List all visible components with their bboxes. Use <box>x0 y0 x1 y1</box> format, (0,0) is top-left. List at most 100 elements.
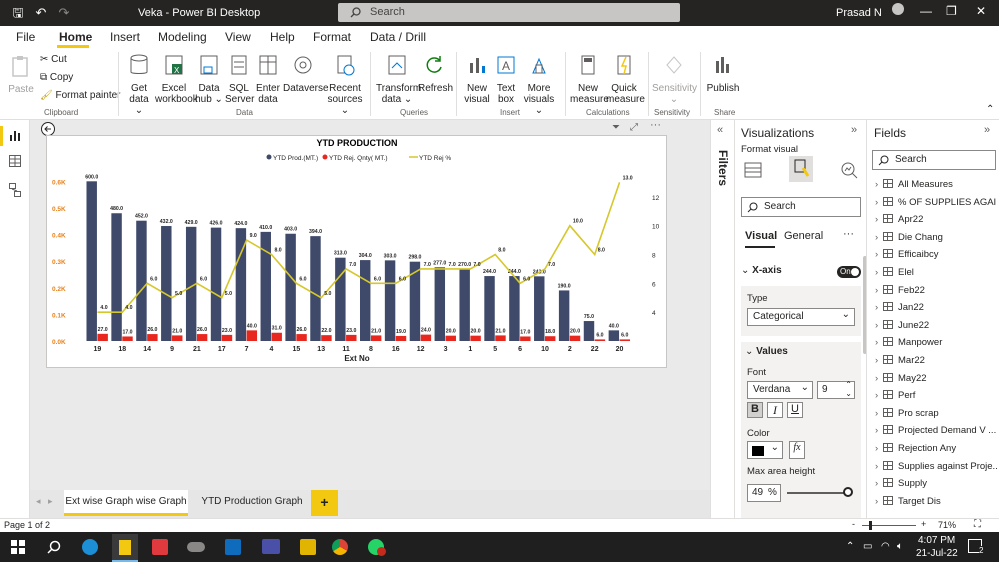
report-view-icon[interactable] <box>9 129 21 141</box>
fit-page-icon[interactable]: ⛶ <box>974 519 981 530</box>
sensitivity-button[interactable]: Sensitivity ⌄ <box>652 53 697 105</box>
zoom-in-button[interactable]: + <box>921 519 926 529</box>
values-section[interactable]: ⌄ Values <box>745 346 788 357</box>
field-table-item[interactable]: › Projected Demand V ... <box>875 425 997 441</box>
tab-insert[interactable]: Insert <box>110 30 140 44</box>
zoom-handle[interactable] <box>869 521 872 530</box>
bold-button[interactable]: B <box>747 402 763 418</box>
page-tab-ytd-production[interactable]: YTD Production Graph <box>194 490 310 516</box>
copy-button[interactable]: ⧉ Copy <box>40 72 73 83</box>
app-icon-gray[interactable] <box>187 542 205 552</box>
type-dropdown[interactable]: Categorical ⌄ <box>747 308 855 326</box>
page-tab-ext-wise[interactable]: Ext wise Graph wise Graph <box>64 490 188 516</box>
back-button[interactable] <box>40 121 58 136</box>
volume-icon[interactable]: 🔈︎ <box>897 541 903 552</box>
field-table-item[interactable]: › Mar22 <box>875 355 997 371</box>
fx-button[interactable]: fx <box>789 441 805 459</box>
windows-start-icon[interactable] <box>11 540 25 554</box>
tab-data-drill[interactable]: Data / Drill <box>370 30 426 44</box>
field-table-item[interactable]: › June22 <box>875 319 997 336</box>
field-table-item[interactable]: › Elel <box>875 267 997 283</box>
field-table-item[interactable]: › Apr22 <box>875 214 997 230</box>
field-table-item[interactable]: › Rejection Any <box>875 443 997 459</box>
close-icon[interactable]: ✕ <box>976 4 986 18</box>
excel-workbook-button[interactable]: X Excel workbook <box>155 53 198 105</box>
more-options-icon[interactable]: ··· <box>843 228 854 240</box>
tab-file[interactable]: File <box>16 30 35 44</box>
cut-button[interactable]: ✂ Cut <box>40 54 67 65</box>
tab-help[interactable]: Help <box>270 30 295 44</box>
format-painter-button[interactable]: 🖌 Format painter <box>40 90 121 101</box>
refresh-button[interactable]: Refresh <box>418 53 453 94</box>
edge-icon[interactable] <box>82 539 98 555</box>
xaxis-section[interactable]: ⌄ X-axis <box>741 265 782 276</box>
clock-date[interactable]: 21-Jul-22 <box>916 548 958 559</box>
paste-button[interactable]: Paste <box>8 54 34 95</box>
tab-modeling[interactable]: Modeling <box>158 30 207 44</box>
sql-server-button[interactable]: SQL Server <box>225 53 254 105</box>
filter-icon[interactable]: ⏷ <box>612 122 620 133</box>
field-table-item[interactable]: › May22 <box>875 372 997 389</box>
minimize-icon[interactable]: — <box>920 4 932 18</box>
tab-home[interactable]: Home <box>59 30 92 44</box>
avatar[interactable] <box>892 3 904 15</box>
field-table-item[interactable]: › Manpower <box>875 337 997 353</box>
zoom-out-button[interactable]: - <box>852 519 855 529</box>
field-table-item[interactable]: › All Measures <box>875 179 997 195</box>
chrome-icon[interactable] <box>332 539 348 555</box>
xaxis-toggle[interactable]: On <box>837 266 861 278</box>
chart-visual[interactable]: YTD PRODUCTION YTD Prod.(MT.) YTD Rej. Qnt… <box>46 135 667 368</box>
tab-visual[interactable]: Visual <box>745 230 777 242</box>
collapse-ribbon-icon[interactable]: ⌃ <box>986 104 994 115</box>
network-icon[interactable]: ▭ <box>863 541 872 552</box>
font-dropdown[interactable]: Verdana ⌄ <box>747 381 813 399</box>
italic-button[interactable]: I <box>767 402 783 418</box>
user-name[interactable]: Prasad N <box>836 7 882 19</box>
powerbi-taskbar-button[interactable] <box>112 534 138 562</box>
format-visual-tab[interactable] <box>789 156 813 182</box>
focus-mode-icon[interactable]: ⤢ <box>630 122 638 133</box>
get-data-button[interactable]: Get data ⌄ <box>125 53 153 116</box>
taskbar-search-icon[interactable] <box>47 540 61 554</box>
field-table-item[interactable]: › Target Dis <box>875 495 997 512</box>
enter-data-button[interactable]: Enter data <box>255 53 281 105</box>
redo-icon[interactable]: ↷ <box>56 5 72 21</box>
max-area-input[interactable]: 49% <box>747 484 781 502</box>
clock-time[interactable]: 4:07 PM <box>918 535 955 546</box>
scroll-left-icon[interactable]: ◂ <box>36 496 41 507</box>
publish-button[interactable]: Publish <box>706 53 740 94</box>
field-table-item[interactable]: › Perf <box>875 390 997 406</box>
text-box-button[interactable]: A Text box <box>494 53 518 105</box>
collapse-viz-icon[interactable]: » <box>851 124 857 136</box>
new-visual-button[interactable]: New visual <box>462 53 492 105</box>
outlook-icon[interactable] <box>225 539 241 555</box>
model-view-icon[interactable] <box>9 183 21 197</box>
fields-search-box[interactable]: Search <box>872 150 996 170</box>
wifi-icon[interactable]: ◠ <box>881 541 890 552</box>
tray-chevron-icon[interactable]: ⌃ <box>846 541 854 552</box>
new-measure-button[interactable]: New measure <box>570 53 609 105</box>
max-area-slider[interactable] <box>787 492 849 494</box>
viz-search-box[interactable]: Search <box>741 197 861 217</box>
color-picker[interactable]: ⌄ <box>747 441 783 459</box>
field-table-item[interactable]: › Supply <box>875 478 997 494</box>
field-table-item[interactable]: › Supplies against Proje... <box>875 460 997 477</box>
quick-measure-button[interactable]: Quick measure <box>606 53 645 105</box>
title-search-box[interactable]: Search <box>338 3 680 22</box>
tab-format[interactable]: Format <box>313 30 351 44</box>
filters-pane[interactable]: « Filters <box>710 120 734 518</box>
field-table-item[interactable]: › % OF SUPPLIES AGAI... <box>875 196 997 213</box>
restore-icon[interactable]: ❐ <box>946 4 957 18</box>
add-page-button[interactable]: + <box>311 490 338 516</box>
field-table-item[interactable]: › Jan22 <box>875 302 997 318</box>
data-hub-button[interactable]: Data hub ⌄ <box>195 53 223 105</box>
tab-general[interactable]: General <box>784 230 823 242</box>
scroll-right-icon[interactable]: ▸ <box>48 496 53 507</box>
recent-sources-button[interactable]: Recent sources ⌄ <box>325 53 365 116</box>
data-view-icon[interactable] <box>9 155 21 167</box>
analytics-icon[interactable] <box>839 160 859 180</box>
app-icon-blue[interactable] <box>262 539 280 554</box>
collapse-fields-icon[interactable]: » <box>984 124 990 136</box>
collapse-left-icon[interactable]: « <box>717 124 723 136</box>
slider-handle[interactable] <box>842 487 853 497</box>
